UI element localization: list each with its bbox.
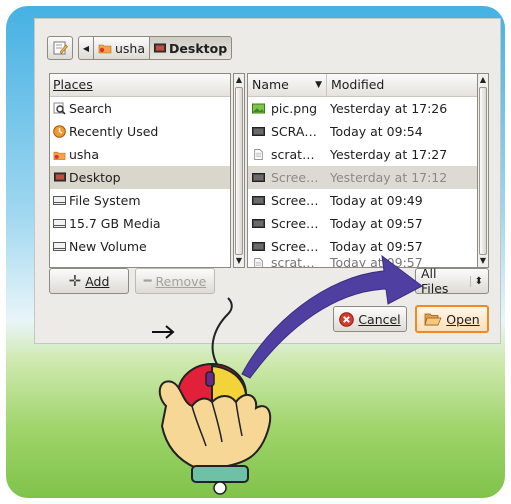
hand-mouse-illustration	[152, 254, 423, 495]
hand-icon	[158, 380, 272, 495]
curved-arrow-icon	[241, 254, 423, 379]
click-indicator-icon	[152, 325, 175, 339]
illustration-frame: ◀ usha Desktop Places Search Recently Us…	[6, 6, 505, 498]
mouse-cable-icon	[211, 297, 233, 367]
